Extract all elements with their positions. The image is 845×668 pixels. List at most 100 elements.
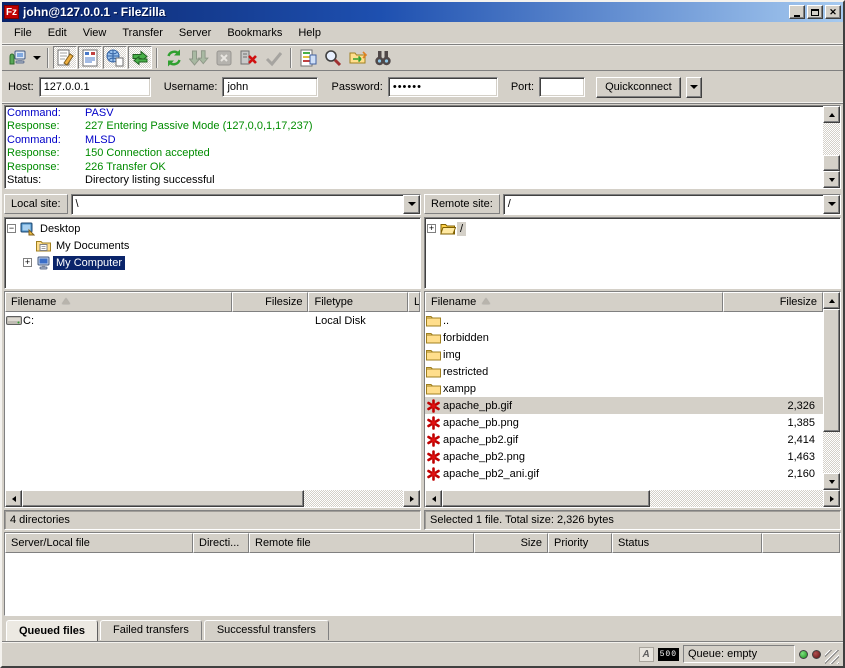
column-filename[interactable]: Filename (425, 292, 723, 312)
site-manager-dropdown-icon[interactable] (30, 46, 43, 69)
tree-item-desktop[interactable]: − Desktop (7, 220, 418, 237)
remote-file-row[interactable]: apache_pb2_ani.gif 2,160 (425, 465, 823, 482)
toggle-message-log-icon[interactable] (53, 46, 77, 69)
disconnect-icon[interactable] (237, 46, 261, 69)
scroll-thumb[interactable] (442, 490, 650, 507)
remote-file-row[interactable]: forbidden (425, 329, 823, 346)
local-site-combo[interactable]: \ (71, 194, 421, 215)
site-manager-icon[interactable] (5, 46, 29, 69)
host-label: Host: (8, 81, 34, 93)
local-hscrollbar[interactable] (5, 490, 420, 507)
local-list-header: Filename Filesize Filetype L (5, 292, 420, 312)
toggle-remote-tree-icon[interactable] (103, 46, 127, 69)
find-files-icon[interactable] (371, 46, 395, 69)
collapse-icon[interactable]: − (7, 224, 16, 233)
desktop-icon (20, 222, 37, 236)
port-input[interactable] (539, 77, 585, 97)
tree-item-root[interactable]: + / (427, 220, 838, 237)
tree-label[interactable]: / (457, 222, 466, 236)
column-server-local-file[interactable]: Server/Local file (5, 533, 193, 553)
close-button[interactable]: ✕ (825, 5, 841, 19)
column-size[interactable]: Size (474, 533, 548, 553)
maximize-button[interactable] (807, 5, 823, 19)
column-filename[interactable]: Filename (5, 292, 232, 312)
scroll-down-icon[interactable] (823, 171, 840, 188)
minimize-button[interactable] (789, 5, 805, 19)
remote-hscrollbar[interactable] (425, 490, 840, 507)
image-icon (425, 416, 443, 430)
password-input[interactable]: •••••• (388, 77, 498, 97)
chevron-down-icon[interactable] (823, 195, 840, 214)
synchronized-browsing-icon[interactable] (346, 46, 370, 69)
process-queue-icon[interactable] (187, 46, 211, 69)
tab-failed-transfers[interactable]: Failed transfers (100, 620, 202, 640)
scroll-thumb[interactable] (823, 309, 840, 431)
local-status-text: 4 directories (4, 510, 421, 530)
tree-item-my-documents[interactable]: My Documents (7, 237, 418, 254)
tab-successful-transfers[interactable]: Successful transfers (204, 620, 329, 640)
tab-queued-files[interactable]: Queued files (6, 620, 98, 641)
speed-limit-indicator-icon[interactable]: 500 (658, 648, 679, 661)
expand-icon[interactable]: + (23, 258, 32, 267)
toggle-local-tree-icon[interactable] (78, 46, 102, 69)
menu-file[interactable]: File (6, 24, 40, 42)
chevron-down-icon[interactable] (403, 195, 420, 214)
remote-site-combo[interactable]: / (503, 194, 841, 215)
menu-edit[interactable]: Edit (40, 24, 75, 42)
column-priority[interactable]: Priority (548, 533, 612, 553)
expand-icon[interactable]: + (427, 224, 436, 233)
scroll-right-icon[interactable] (403, 490, 420, 507)
tree-label[interactable]: My Computer (53, 256, 125, 270)
local-file-row[interactable]: C: Local Disk (5, 312, 420, 329)
menu-bookmarks[interactable]: Bookmarks (219, 24, 290, 42)
column-last-modified[interactable]: L (408, 292, 420, 312)
remote-file-row[interactable]: .. (425, 312, 823, 329)
remote-file-row[interactable]: apache_pb.png 1,385 (425, 414, 823, 431)
resize-grip[interactable] (825, 650, 839, 664)
scroll-up-icon[interactable] (823, 292, 840, 309)
cancel-operation-icon[interactable] (212, 46, 236, 69)
tree-label[interactable]: Desktop (37, 222, 83, 236)
quickconnect-dropdown-icon[interactable] (686, 77, 702, 98)
scroll-up-icon[interactable] (823, 106, 840, 123)
tree-label[interactable]: My Documents (53, 239, 132, 253)
host-input[interactable]: 127.0.0.1 (39, 77, 151, 97)
tree-item-my-computer[interactable]: + My Computer (7, 254, 418, 271)
menu-server[interactable]: Server (171, 24, 219, 42)
column-direction[interactable]: Directi... (193, 533, 249, 553)
refresh-icon[interactable] (162, 46, 186, 69)
scroll-thumb[interactable] (823, 155, 840, 171)
remote-file-row[interactable]: apache_pb2.png 1,463 (425, 448, 823, 465)
message-log-scrollbar[interactable] (823, 106, 840, 188)
scroll-down-icon[interactable] (823, 473, 840, 490)
menu-help[interactable]: Help (290, 24, 329, 42)
remote-file-row[interactable]: apache_pb.gif 2,326 (425, 397, 823, 414)
toolbar-separator (290, 48, 292, 68)
username-input[interactable]: john (222, 77, 318, 97)
titlebar[interactable]: Fz john@127.0.0.1 - FileZilla ✕ (2, 2, 843, 22)
remote-file-row[interactable]: img (425, 346, 823, 363)
remote-file-row[interactable]: restricted (425, 363, 823, 380)
remote-file-row[interactable]: xampp (425, 380, 823, 397)
scroll-left-icon[interactable] (5, 490, 22, 507)
scroll-thumb[interactable] (22, 490, 304, 507)
transfer-type-indicator-icon[interactable]: A (639, 647, 654, 662)
remote-vscrollbar[interactable] (823, 292, 840, 490)
reconnect-icon[interactable] (262, 46, 286, 69)
menubar: File Edit View Transfer Server Bookmarks… (2, 22, 843, 44)
menu-view[interactable]: View (75, 24, 115, 42)
column-remote-file[interactable]: Remote file (249, 533, 474, 553)
toggle-transfer-queue-icon[interactable] (128, 46, 152, 69)
column-filetype[interactable]: Filetype (308, 292, 408, 312)
column-status[interactable]: Status (612, 533, 762, 553)
remote-file-row[interactable]: apache_pb2.gif 2,414 (425, 431, 823, 448)
column-filesize[interactable]: Filesize (723, 292, 823, 312)
scroll-right-icon[interactable] (823, 490, 840, 507)
filter-icon[interactable] (321, 46, 345, 69)
scroll-left-icon[interactable] (425, 490, 442, 507)
file-name: img (443, 349, 461, 361)
column-filesize[interactable]: Filesize (232, 292, 309, 312)
quickconnect-button[interactable]: Quickconnect (596, 77, 681, 98)
directory-comparison-icon[interactable] (296, 46, 320, 69)
menu-transfer[interactable]: Transfer (114, 24, 171, 42)
